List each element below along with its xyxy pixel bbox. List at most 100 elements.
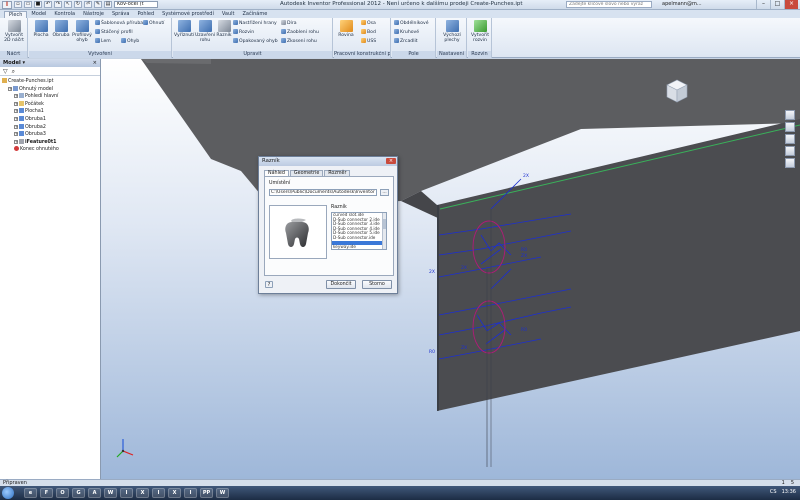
ribbon-tab[interactable]: Začínáme [238,11,271,18]
create-2d-sketch-button[interactable]: Vytvořit 2D náčrt [2,20,26,43]
return-icon[interactable]: ⏎ [84,1,92,8]
hole-button[interactable]: Díra [281,20,297,27]
unfold-button[interactable]: Rozvin [233,29,254,36]
ribbon-tab[interactable]: Pohled [133,11,158,18]
maximize-icon[interactable]: □ [770,0,784,9]
select-icon[interactable]: ↖ [64,1,72,8]
redo-icon[interactable]: ↷ [54,1,62,8]
minimize-icon[interactable]: – [756,0,770,9]
find-icon[interactable]: ⌕ [12,68,15,75]
ribbon-tab[interactable]: Nástroje [79,11,108,18]
expand-icon[interactable]: + [14,116,18,121]
browser-title[interactable]: Model [3,60,21,66]
punch-tool-button[interactable]: Razník [216,20,232,38]
taskbar-app-button[interactable]: I [152,488,165,498]
plane-button[interactable]: Rovina [336,20,356,38]
tree-node[interactable]: + Obruba1 [2,115,100,124]
ribbon-tab[interactable]: Správa [108,11,134,18]
tree-node[interactable]: + Obruba2 [2,123,100,132]
dialog-titlebar[interactable]: Razník × [259,157,397,166]
contour-roll-button[interactable]: Profilový ohyb [71,20,93,43]
point-button[interactable]: Bod [361,29,376,36]
language-indicator[interactable]: CS [770,489,777,495]
bend-button[interactable]: Ohyb [121,38,139,45]
zoom-icon[interactable] [785,134,795,144]
tree-node[interactable]: Konec ohnutého [2,146,100,154]
lofted-flange-button[interactable]: Šablonová příruba [95,20,143,27]
tree-node[interactable]: Create-Punches.ipt [2,78,100,86]
expand-icon[interactable]: + [14,132,18,137]
tree-node[interactable]: + Ohnutý model [2,85,100,94]
clock[interactable]: 13:36 [782,489,796,495]
taskbar-app-button[interactable]: e [24,488,37,498]
dialog-close-icon[interactable]: × [386,158,396,164]
location-path-field[interactable]: C:\Users\Public\Documents\Autodesk\Inven… [269,189,377,196]
corner-chamfer-button[interactable]: Zkosení rohu [281,38,317,45]
taskbar-app-button[interactable]: G [72,488,85,498]
plate-button[interactable]: Plocha [31,20,51,38]
rolled-profile-button[interactable]: Stáčený profil [95,29,133,36]
cancel-button[interactable]: Storno [362,280,392,289]
expand-icon[interactable]: + [14,109,18,114]
update-icon[interactable]: ↻ [74,1,82,8]
user-account[interactable]: apelmann@m... [662,1,702,7]
expand-icon[interactable]: + [14,139,18,144]
taskbar-app-button[interactable]: O [56,488,69,498]
save-icon[interactable]: ■ [34,1,42,8]
steering-wheel-icon[interactable] [785,110,795,120]
browser-close-icon[interactable]: × [93,59,97,67]
pan-icon[interactable] [785,122,795,132]
corner-seam-button[interactable]: Uzavření rohu [194,20,216,43]
taskbar-app-button[interactable]: I [120,488,133,498]
undo-icon[interactable]: ↶ [44,1,52,8]
flange-button[interactable]: Obruba [51,20,71,38]
expand-icon[interactable]: + [14,94,18,99]
taskbar-app-button[interactable]: X [168,488,181,498]
tree-node[interactable]: + Pohledí hlavní [2,93,100,101]
ribbon-tab[interactable]: Model [27,11,50,18]
taskbar-app-button[interactable]: A [88,488,101,498]
cut-button[interactable]: Vyříznutí [174,20,194,38]
new-icon[interactable]: ▫ [14,1,22,8]
orbit-icon[interactable] [785,146,795,156]
expand-icon[interactable]: + [14,124,18,129]
hem-button[interactable]: Lem [95,38,111,45]
taskbar-app-button[interactable]: F [40,488,53,498]
ribbon-tab[interactable]: Kontrola [50,11,79,18]
project-icon[interactable]: ▤ [104,1,112,8]
taskbar-app-button[interactable]: W [216,488,229,498]
corner-round2-button[interactable]: Zaoblení rohu [281,29,319,36]
taskbar-app-button[interactable]: X [136,488,149,498]
taskbar-app-button[interactable]: W [104,488,117,498]
refold-button[interactable]: Opakovaný ohyb [233,38,278,45]
viewcube[interactable] [661,76,691,106]
list-scrollbar[interactable] [382,213,386,249]
ribbon-tab[interactable]: Vault [218,11,239,18]
filter-icon[interactable]: ▽ [3,68,8,75]
corner-round-button[interactable]: Nastřižení hrany [233,20,277,27]
list-scrollbar-thumb[interactable] [383,219,386,229]
tree-node[interactable]: + iFeature0t1 [2,138,100,147]
ucs-button[interactable]: USS [361,38,376,45]
sheet-metal-defaults-button[interactable]: Výchozí plechy [439,20,465,43]
taskbar-app-button[interactable]: PP [200,488,213,498]
close-icon[interactable]: × [784,0,798,9]
finish-button[interactable]: Dokončit [326,280,356,289]
material-dropdown[interactable]: Kov-ocel (t [114,1,158,8]
ribbon-tab[interactable]: Systémové prostředí [158,11,218,18]
look-at-icon[interactable] [785,158,795,168]
start-button-icon[interactable] [2,487,14,499]
fold-button[interactable]: Ohnutí [143,20,164,27]
rectangular-pattern-button[interactable]: Obdélníkové [394,20,429,27]
tree-node[interactable]: + Obruba3 [2,131,100,139]
tree-node[interactable]: + Počátek [2,100,100,109]
expand-icon[interactable]: + [8,86,12,91]
graphics-window[interactable]: 2X R0 ZX 2X R0 ZX 2X R0 [101,59,800,479]
sketch-icon[interactable]: ✎ [94,1,102,8]
search-input[interactable]: Zadejte klíčové slovo nebo výraz [566,1,652,8]
open-icon[interactable]: ▭ [24,1,32,8]
ribbon-tab[interactable]: Plech [4,11,28,18]
taskbar-app-button[interactable]: I [184,488,197,498]
help-button[interactable]: ? [265,281,273,288]
axis-button[interactable]: Osa [361,20,376,27]
